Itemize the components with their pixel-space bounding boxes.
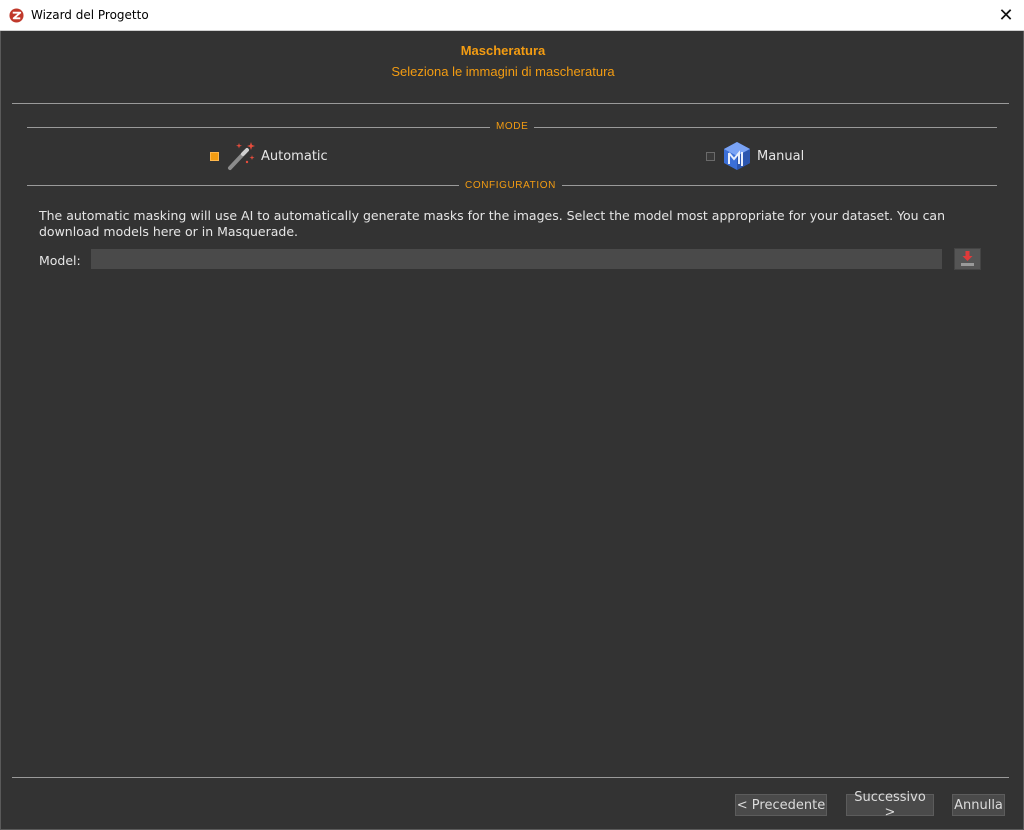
page-title: Mascheratura xyxy=(460,43,546,58)
model-label: Model: xyxy=(39,253,81,268)
mode-option-manual[interactable]: Manual xyxy=(706,141,804,171)
automatic-label: Automatic xyxy=(261,148,328,164)
next-button[interactable]: Successivo > xyxy=(846,790,934,820)
model-select[interactable] xyxy=(91,249,942,269)
close-icon[interactable]: ✕ xyxy=(996,5,1016,25)
configuration-group-label: CONFIGURATION xyxy=(459,180,562,191)
previous-button[interactable]: < Precedente xyxy=(735,794,827,816)
mode-option-automatic[interactable]: Automatic xyxy=(210,141,328,171)
window-titlebar: Wizard del Progetto ✕ xyxy=(0,0,1024,31)
automatic-radio[interactable] xyxy=(210,151,219,161)
cancel-button[interactable]: Annulla xyxy=(952,794,1005,816)
configuration-description: The automatic masking will use AI to aut… xyxy=(39,208,946,239)
window-title: Wizard del Progetto xyxy=(31,8,149,22)
masquerade-cube-icon xyxy=(724,142,750,170)
magic-wand-icon xyxy=(228,142,255,170)
mode-group-label: MODE xyxy=(490,121,535,132)
app-logo-icon xyxy=(9,8,24,23)
header-divider xyxy=(12,103,1009,104)
download-icon xyxy=(961,251,974,266)
footer-divider xyxy=(12,777,1009,778)
manual-radio[interactable] xyxy=(706,151,715,161)
window-frame-left xyxy=(0,31,1,830)
manual-label: Manual xyxy=(757,148,805,164)
download-model-button[interactable] xyxy=(954,248,981,270)
page-subtitle: Seleziona le immagini di mascheratura xyxy=(391,64,615,79)
